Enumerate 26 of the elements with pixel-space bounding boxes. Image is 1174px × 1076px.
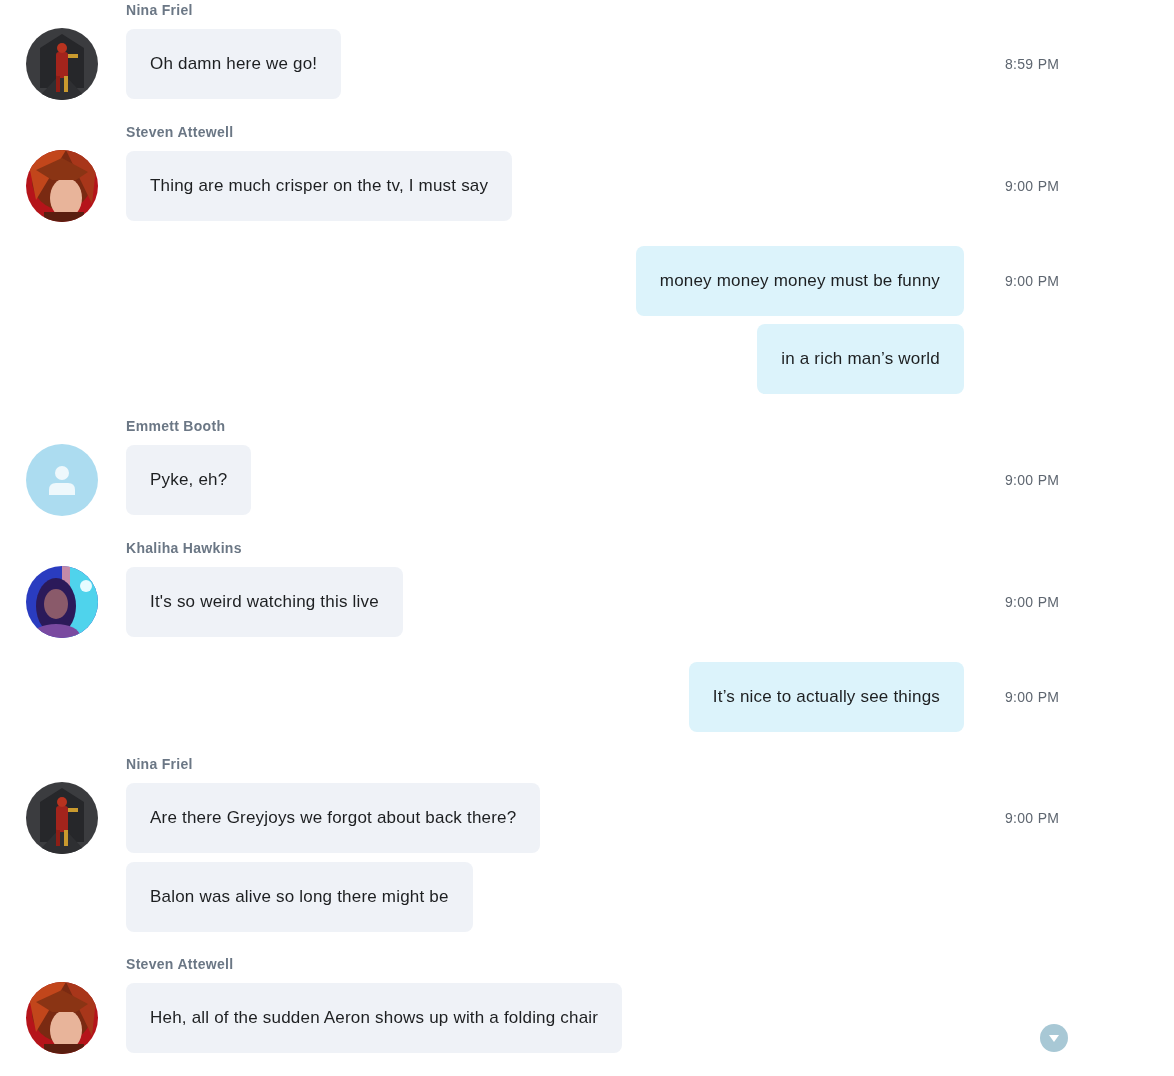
message-time: 9:00 PM: [1005, 810, 1060, 826]
sender-name: Emmett Booth: [126, 418, 227, 434]
message-bubble: Heh, all of the sudden Aeron shows up with a folding chair: [126, 983, 623, 1053]
message-time: 9:00 PM: [1005, 594, 1060, 610]
caret-down-icon: [1049, 1034, 1059, 1042]
message-time: 9:00 PM: [1005, 689, 1060, 705]
message-bubble: Thing are much crisper on the tv, I must say: [126, 151, 513, 221]
message-bubble: Balon was alive so long there might be: [126, 862, 473, 932]
message-time: 9:00 PM: [1005, 273, 1060, 289]
message-bubble: in a rich man’s world: [757, 324, 964, 394]
sender-name: Nina Friel: [126, 2, 194, 18]
message-bubble: Oh damn here we go!: [126, 29, 342, 99]
message-bubble: It's so weird watching this live: [126, 567, 403, 637]
sender-name: Steven Attewell: [126, 956, 235, 972]
message-bubble: Pyke, eh?: [126, 445, 252, 515]
sender-name: Khaliha Hawkins: [126, 540, 243, 556]
sender-name: Nina Friel: [126, 756, 194, 772]
message-time: 9:00 PM: [1005, 472, 1060, 488]
message-bubble: It’s nice to actually see things: [688, 662, 964, 732]
message-time: 9:00 PM: [1005, 178, 1060, 194]
message-time: 8:59 PM: [1005, 56, 1060, 72]
person-icon: [48, 465, 76, 495]
sender-name: Steven Attewell: [126, 124, 235, 140]
message-bubble: money money money must be funny: [635, 246, 964, 316]
message-bubble: Are there Greyjoys we forgot about back there?: [126, 783, 541, 853]
scroll-down-button[interactable]: [1040, 1024, 1068, 1052]
